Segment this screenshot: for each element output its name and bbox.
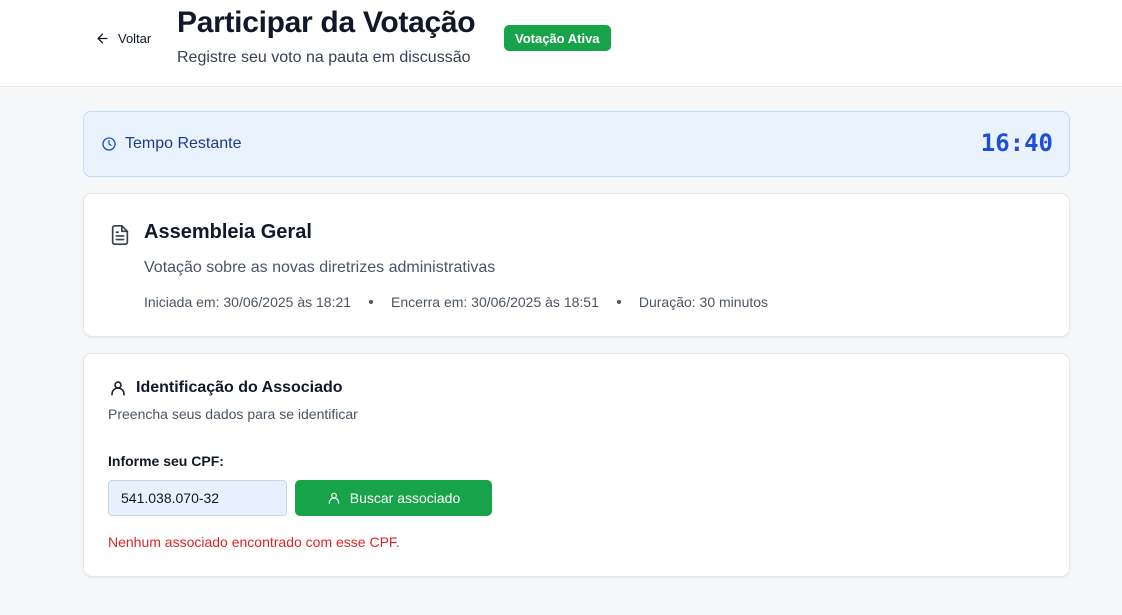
timer-panel: Tempo Restante 16:40 [83, 111, 1070, 177]
page-title: Participar da Votação [177, 6, 476, 39]
agenda-description: Votação sobre as novas diretrizes admini… [144, 259, 496, 276]
page-header: Voltar Participar da Votação Votação Ati… [0, 0, 1122, 87]
identification-card: Identificação do Associado Preencha seus… [83, 353, 1070, 577]
back-button[interactable]: Voltar [95, 29, 151, 47]
search-associate-button[interactable]: Buscar associado [295, 480, 492, 516]
separator-dot [616, 300, 621, 304]
status-badge: Votação Ativa [504, 25, 611, 51]
page-subtitle: Registre seu voto na pauta em discussão [177, 49, 471, 66]
agenda-started: Iniciada em: 30/06/2025 às 18:21 [144, 294, 352, 310]
back-label: Voltar [118, 30, 152, 46]
identification-title: Identificação do Associado [136, 379, 343, 396]
agenda-title: Assembleia Geral [144, 221, 312, 243]
separator-dot [369, 300, 374, 304]
agenda-ends: Encerra em: 30/06/2025 às 18:51 [391, 294, 599, 310]
identification-subtitle: Preencha seus dados para se identificar [108, 406, 358, 422]
search-button-label: Buscar associado [349, 490, 461, 506]
timer-value: 16:40 [980, 129, 1053, 157]
clock-icon [102, 137, 116, 151]
cpf-input[interactable] [108, 480, 287, 516]
arrow-left-icon [97, 33, 108, 43]
user-icon [328, 492, 339, 504]
document-icon [111, 225, 129, 245]
agenda-meta: Iniciada em: 30/06/2025 às 18:21 Encerra… [144, 294, 768, 310]
cpf-label: Informe seu CPF: [108, 453, 224, 469]
agenda-card: Assembleia Geral Votação sobre as novas … [83, 193, 1070, 337]
timer-heading: Tempo Restante [101, 135, 242, 153]
error-message: Nenhum associado encontrado com esse CPF… [108, 534, 400, 550]
user-icon [111, 381, 125, 396]
timer-label: Tempo Restante [125, 135, 242, 152]
agenda-duration: Duração: 30 minutos [638, 294, 769, 310]
